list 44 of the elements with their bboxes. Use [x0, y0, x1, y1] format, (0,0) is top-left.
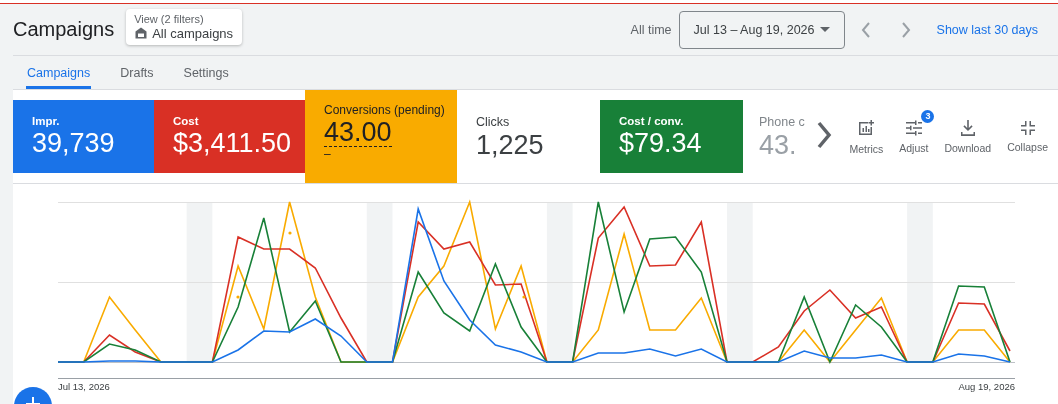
metric-card[interactable]: Cost $3,411.50 [154, 100, 305, 173]
metric-note: – [324, 147, 331, 162]
home-icon [134, 26, 149, 40]
x-axis-label: Aug 19, 2026 [958, 381, 1015, 392]
date-range-dropdown[interactable]: Jul 13 – Aug 19, 2026 [678, 10, 845, 49]
metric-label: Phone c [759, 115, 806, 129]
metric-label: Cost [173, 115, 200, 127]
download-button[interactable]: Download [938, 113, 998, 160]
metric-card[interactable]: Cost / conv. $79.34 [600, 100, 743, 173]
collapse-icon [1020, 120, 1035, 135]
metric-card[interactable]: Phone c 43. [755, 100, 811, 173]
metric-label: Impr. [32, 115, 61, 127]
view-selector[interactable]: View (2 filters) All campaigns [126, 8, 243, 45]
x-axis-label: Jul 13, 2026 [58, 381, 110, 392]
show-last-30-days-link[interactable]: Show last 30 days [936, 22, 1038, 37]
metric-card[interactable]: Clicks 1,225 [457, 100, 600, 173]
metric-label: Clicks [476, 115, 511, 129]
metric-label: Cost / conv. [619, 115, 685, 127]
metric-value: 1,225 [476, 130, 544, 161]
data-point [236, 295, 240, 299]
metric-card[interactable]: Impr. 39,739 [13, 100, 154, 173]
metric-value: 43. [759, 130, 797, 161]
tab[interactable]: Settings [182, 56, 230, 89]
metric-value: 39,739 [32, 128, 115, 159]
bar-chart-plus-icon [857, 118, 876, 137]
data-point [522, 295, 526, 299]
metric-value: $3,411.50 [173, 128, 292, 159]
count-badge: 3 [921, 109, 935, 123]
range-label: All time [630, 22, 672, 37]
page-title: Campaigns [13, 18, 115, 41]
tab[interactable]: Drafts [119, 56, 155, 89]
metric-value: $79.34 [619, 128, 702, 159]
download-icon [960, 119, 975, 136]
chevron-right-icon [816, 121, 832, 149]
data-point [288, 231, 292, 235]
chevron-right-icon [900, 21, 911, 38]
metric-label: Conversions (pending) [324, 103, 446, 117]
collapse-button[interactable]: Collapse [1001, 113, 1054, 160]
metric-card[interactable]: Conversions (pending) 43.00 – [305, 90, 457, 183]
metric-value: 43.00 [324, 118, 392, 148]
chevron-left-icon [860, 21, 871, 38]
metrics-button[interactable]: Metrics [843, 113, 890, 160]
dropdown-caret-icon [819, 27, 830, 32]
sliders-icon [904, 119, 923, 136]
